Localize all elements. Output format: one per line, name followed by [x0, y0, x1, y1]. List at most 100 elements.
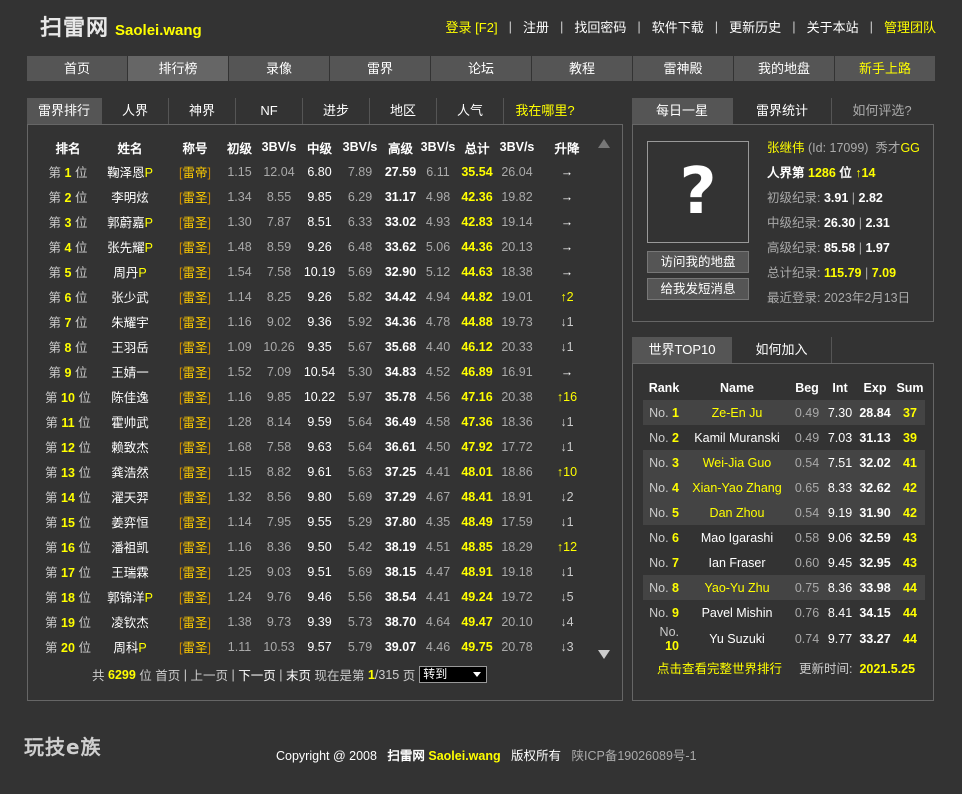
player-name-link[interactable]: 赖致杰 [93, 434, 167, 459]
exp-bvs: 4.52 [425, 364, 451, 379]
player-name-link[interactable]: 王羽岳 [93, 334, 167, 359]
site-logo[interactable]: 扫雷网 Saolei.wang [40, 10, 202, 41]
main-nav-item[interactable]: 录像 [229, 56, 329, 81]
main-nav-item[interactable]: 排行榜 [128, 56, 228, 81]
beg-time: 1.25 [227, 564, 252, 579]
top10-player-link[interactable]: Yao-Yu Zhu [685, 575, 789, 600]
main-nav-item[interactable]: 论坛 [431, 56, 531, 81]
player-name-link[interactable]: 朱耀宇 [93, 309, 167, 334]
star-name-link[interactable]: 张继伟 [767, 141, 805, 155]
ranking-column-header: 3BV/s [342, 140, 378, 154]
top10-player-link[interactable]: Ian Fraser [685, 550, 789, 575]
player-name-link[interactable]: 周科P [93, 634, 167, 659]
ranking-tab[interactable]: 地区 [370, 98, 437, 124]
tab-how-selected[interactable]: 如何评选? [832, 98, 932, 124]
rank-pos-suffix: 位 [74, 316, 88, 330]
player-name-link[interactable]: 凌钦杰 [93, 609, 167, 634]
exp-time: 33.02 [384, 214, 417, 229]
top10-rank-number: 7 [672, 555, 679, 570]
top-nav-link[interactable]: 关于本站 [807, 17, 859, 36]
top10-sum: 39 [903, 430, 917, 445]
top10-player-link[interactable]: Dan Zhou [685, 500, 789, 525]
player-name-link[interactable]: 姜弈恒 [93, 509, 167, 534]
beg-time: 1.11 [227, 639, 252, 654]
icp-number[interactable]: 陕ICP备19026089号-1 [571, 749, 696, 763]
top10-player-link[interactable]: Yu Suzuki [685, 625, 789, 653]
top-nav-link[interactable]: 更新历史 [729, 17, 781, 36]
visit-home-button[interactable]: 访问我的地盘 [647, 251, 749, 273]
player-name-link[interactable]: 鞠泽恩P [93, 159, 167, 184]
pager-next-link[interactable]: 下一页 [238, 665, 276, 684]
rank-position: 第 9 位 [43, 359, 93, 384]
player-name-link[interactable]: 陈佳逸 [93, 384, 167, 409]
player-name-link[interactable]: 潘祖凯 [93, 534, 167, 559]
ranking-tab[interactable]: 人气 [437, 98, 504, 124]
rank-position: 第 2 位 [43, 184, 93, 209]
player-name-link[interactable]: 周丹P [93, 259, 167, 284]
top-nav-link[interactable]: 软件下载 [652, 17, 704, 36]
exp-bvs: 4.93 [425, 214, 451, 229]
main-nav-item[interactable]: 我的地盘 [734, 56, 834, 81]
beg-bvs: 9.02 [266, 314, 292, 329]
player-name-link[interactable]: 郭蔚嘉P [93, 209, 167, 234]
main-nav-item[interactable]: 新手上路 [835, 56, 935, 81]
top-nav-link[interactable]: 管理团队 [884, 17, 936, 36]
beg-time: 1.16 [227, 539, 252, 554]
top-nav-link[interactable]: 注册 [523, 17, 549, 36]
top10-beg: 0.76 [794, 605, 820, 620]
beg-bvs: 9.76 [266, 589, 292, 604]
record-time: 3.91 [823, 191, 849, 205]
top10-player-link[interactable]: Wei-Jia Guo [685, 450, 789, 475]
top-nav-link[interactable]: 登录 [F2] [446, 17, 498, 36]
player-name-link[interactable]: 张先耀P [93, 234, 167, 259]
player-name-link[interactable]: 龚浩然 [93, 459, 167, 484]
record-bvs: 2.31 [865, 216, 890, 230]
top-nav-link[interactable]: 找回密码 [574, 17, 626, 36]
total-bvs: 20.38 [501, 389, 533, 404]
player-name-link[interactable]: 霍帅武 [93, 409, 167, 434]
record-sep: | [861, 266, 872, 280]
rank-pos-suffix: 位 [78, 616, 91, 630]
record-sep: | [855, 216, 866, 230]
top10-row: No. 2 Kamil Muranski 0.49 7.03 31.13 39 [643, 425, 925, 450]
top10-player-link[interactable]: Pavel Mishin [685, 600, 789, 625]
top10-player-link[interactable]: Kamil Muranski [685, 425, 789, 450]
ranking-tab[interactable]: 人界 [102, 98, 169, 124]
player-name-link[interactable]: 李明炫 [93, 184, 167, 209]
top10-player-link[interactable]: Xian-Yao Zhang [685, 475, 789, 500]
main-nav-item[interactable]: 雷界 [330, 56, 430, 81]
main-nav-item[interactable]: 教程 [532, 56, 632, 81]
avatar-placeholder[interactable]: ? [647, 141, 749, 243]
player-name-link[interactable]: 张少武 [93, 284, 167, 309]
player-name-link[interactable]: 濯天羿 [93, 484, 167, 509]
scroll-up-arrow-icon[interactable] [598, 139, 610, 148]
ranking-tab[interactable]: 进步 [303, 98, 370, 124]
tab-stats[interactable]: 雷界统计 [732, 98, 832, 124]
ranking-tab[interactable]: 神界 [169, 98, 236, 124]
tab-world-top10[interactable]: 世界TOP10 [632, 337, 732, 363]
pager-prefix: 共 [92, 669, 105, 683]
ranking-tab[interactable]: 我在哪里? [504, 98, 586, 124]
main-nav-item[interactable]: 雷神殿 [633, 56, 733, 81]
ranking-column-header: 3BV/s [420, 140, 456, 154]
ranking-tab[interactable]: 雷界排行 [27, 98, 102, 124]
player-name-link[interactable]: 郭锦洋P [93, 584, 167, 609]
player-name-link[interactable]: 王瑞霖 [93, 559, 167, 584]
int-bvs: 5.73 [347, 614, 373, 629]
scroll-down-arrow-icon[interactable] [598, 650, 610, 659]
top10-row: No. 4 Xian-Yao Zhang 0.65 8.33 32.62 42 [643, 475, 925, 500]
top10-player-link[interactable]: Mao Igarashi [685, 525, 789, 550]
full-world-ranking-link[interactable]: 点击查看完整世界排行 [657, 658, 782, 677]
main-nav-item[interactable]: 首页 [27, 56, 127, 81]
goto-page-select[interactable]: 转到 [419, 666, 488, 683]
tab-how-to-join[interactable]: 如何加入 [732, 337, 832, 363]
player-title: [雷圣] [167, 559, 223, 584]
player-name-link[interactable]: 王婧一 [93, 359, 167, 384]
send-message-button[interactable]: 给我发短消息 [647, 278, 749, 300]
rights: 版权所有 [511, 749, 562, 763]
top10-row: No. 5 Dan Zhou 0.54 9.19 31.90 42 [643, 500, 925, 525]
tab-daily-star[interactable]: 每日一星 [632, 98, 732, 124]
ranking-tab[interactable]: NF [236, 98, 303, 124]
pager-last-link[interactable]: 末页 [286, 665, 311, 684]
top10-player-link[interactable]: Ze-En Ju [685, 400, 789, 425]
